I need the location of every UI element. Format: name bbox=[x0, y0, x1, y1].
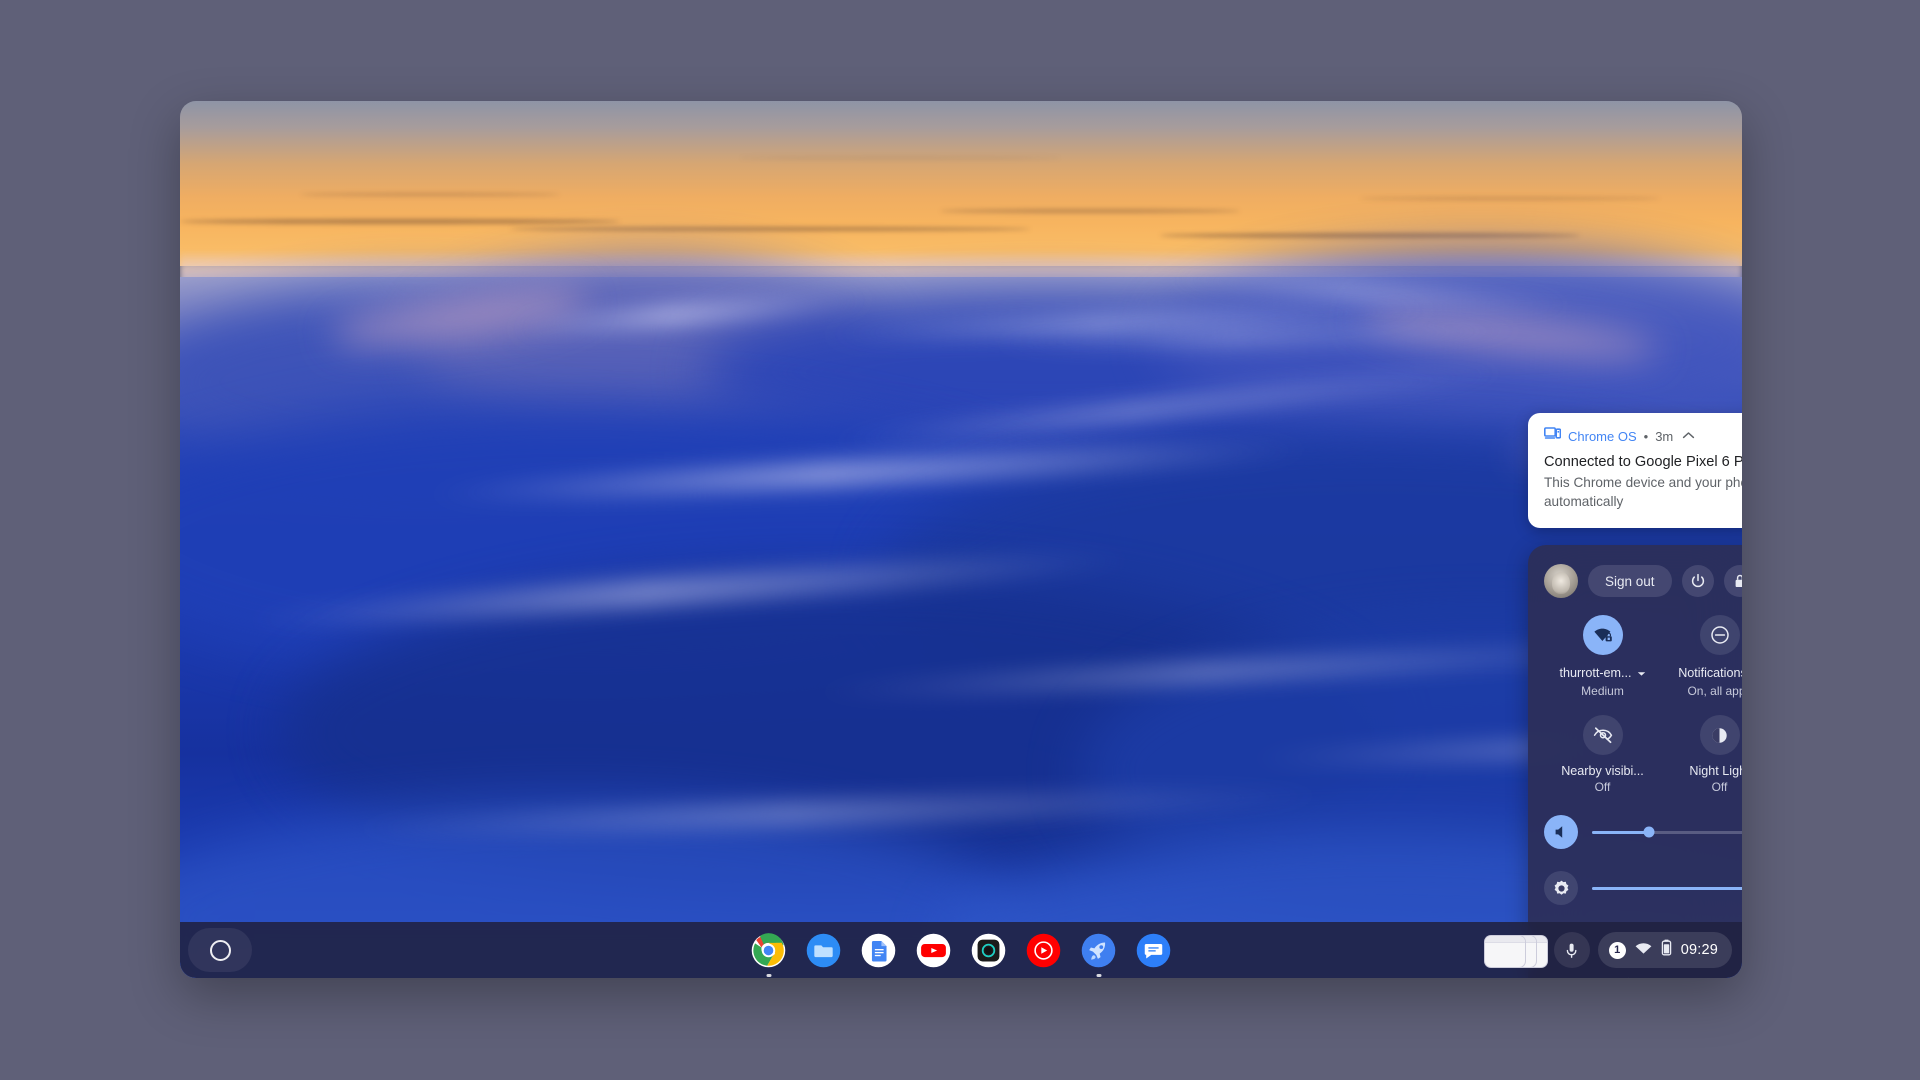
tile-label: Nearby visibi... bbox=[1561, 764, 1644, 778]
volume-slider-track[interactable] bbox=[1592, 826, 1742, 838]
cloud-streak bbox=[300, 193, 560, 196]
status-tray-pill[interactable]: 1 09:29 bbox=[1597, 932, 1732, 968]
google-docs-icon bbox=[861, 933, 896, 967]
clock-time[interactable]: 09:29 bbox=[1681, 942, 1718, 958]
tile-label: Night Light bbox=[1689, 764, 1742, 778]
shelf-app-files[interactable] bbox=[806, 933, 841, 968]
tile-sublabel: Off bbox=[1711, 780, 1728, 794]
tile-night-light-label-row: Night Light bbox=[1689, 764, 1742, 778]
brightness-slider-fill bbox=[1592, 886, 1742, 890]
notification-card[interactable]: Chrome OS • 3m Connected to Google Pixel… bbox=[1528, 413, 1742, 528]
youtube-icon bbox=[916, 933, 951, 967]
wallpaper-sky bbox=[180, 101, 1742, 266]
brightness-icon[interactable] bbox=[1544, 871, 1578, 905]
system-tray: 1 09:29 bbox=[1483, 928, 1732, 972]
tile-nearby-visibility[interactable]: Nearby visibi... Off bbox=[1544, 715, 1661, 795]
camera-app-icon bbox=[971, 933, 1006, 967]
window-preview-thumb[interactable] bbox=[1483, 934, 1526, 968]
cloud-streak bbox=[740, 157, 1060, 159]
power-icon[interactable] bbox=[1681, 565, 1714, 597]
app-running-indicator bbox=[1096, 974, 1101, 977]
volume-icon[interactable] bbox=[1544, 815, 1578, 849]
shelf-app-docs[interactable] bbox=[861, 933, 896, 968]
sign-out-button[interactable]: Sign out bbox=[1588, 565, 1672, 597]
shelf-app-explore[interactable] bbox=[1081, 933, 1116, 977]
quick-settings-row-2: Nearby visibi... Off Night Light Off bbox=[1544, 715, 1742, 795]
volume-slider-knob[interactable] bbox=[1643, 826, 1655, 838]
notification-header: Chrome OS • 3m bbox=[1544, 427, 1742, 445]
wifi-icon[interactable] bbox=[1635, 941, 1652, 959]
messages-icon bbox=[1136, 933, 1171, 967]
tile-sublabel: On, all apps bbox=[1687, 684, 1742, 698]
volume-slider-fill bbox=[1592, 830, 1649, 834]
quick-settings-header: Sign out bbox=[1544, 559, 1742, 603]
youtube-music-icon bbox=[1026, 933, 1061, 967]
cloud-streak bbox=[180, 219, 620, 224]
notification-title: Connected to Google Pixel 6 Pro bbox=[1544, 454, 1742, 470]
tile-sublabel: Medium bbox=[1581, 684, 1624, 698]
volume-slider-row bbox=[1544, 815, 1742, 849]
avatar[interactable] bbox=[1544, 564, 1578, 598]
cloud-streak bbox=[1160, 233, 1580, 238]
files-icon bbox=[806, 933, 841, 967]
cloud-streak bbox=[1360, 197, 1660, 200]
tile-network[interactable]: thurrott-em... Medium bbox=[1544, 615, 1661, 699]
chevron-down-icon[interactable] bbox=[1637, 664, 1646, 682]
tile-sublabel: Off bbox=[1594, 780, 1611, 794]
notification-source: Chrome OS bbox=[1568, 428, 1637, 444]
desktop-wallpaper[interactable] bbox=[180, 101, 1742, 978]
shelf-app-youtube-music[interactable] bbox=[1026, 933, 1061, 968]
tile-label: thurrott-em... bbox=[1559, 666, 1632, 680]
tile-nearby-label-row: Nearby visibi... bbox=[1561, 764, 1644, 778]
quick-settings-row-1: thurrott-em... Medium Notifications On, … bbox=[1544, 615, 1742, 699]
tile-night-light[interactable]: Night Light Off bbox=[1661, 715, 1742, 795]
brightness-slider-track[interactable] bbox=[1592, 886, 1742, 890]
battery-icon[interactable] bbox=[1661, 939, 1672, 961]
brightness-slider-row bbox=[1544, 871, 1742, 905]
lock-icon[interactable] bbox=[1723, 565, 1742, 597]
app-running-indicator bbox=[766, 974, 771, 977]
shelf: 1 09:29 bbox=[180, 922, 1742, 978]
cloud-streak bbox=[510, 227, 1030, 231]
shelf-app-chrome[interactable] bbox=[751, 932, 786, 977]
explore-rocket-icon bbox=[1081, 933, 1116, 967]
shelf-app-youtube[interactable] bbox=[916, 933, 951, 968]
shelf-app-list bbox=[751, 922, 1171, 978]
window-previews[interactable] bbox=[1483, 934, 1548, 968]
phone-hub-icon bbox=[1544, 427, 1562, 445]
chevron-up-icon[interactable] bbox=[1682, 427, 1695, 445]
launcher-button[interactable] bbox=[188, 928, 252, 972]
tile-network-label-row: thurrott-em... bbox=[1559, 664, 1645, 682]
notification-time: 3m bbox=[1655, 428, 1674, 444]
launcher-circle-icon bbox=[209, 939, 231, 961]
tile-notifications-label-row: Notifications bbox=[1678, 664, 1742, 682]
chrome-icon bbox=[751, 932, 786, 967]
notification-body: This Chrome device and your phone will c… bbox=[1544, 475, 1742, 509]
shelf-app-camera[interactable] bbox=[971, 933, 1006, 968]
notification-count-badge[interactable]: 1 bbox=[1608, 941, 1626, 959]
shelf-app-messages[interactable] bbox=[1136, 933, 1171, 968]
eye-slash-icon bbox=[1582, 715, 1623, 755]
chromebook-screen: Chrome OS • 3m Connected to Google Pixel… bbox=[180, 101, 1742, 978]
half-moon-icon bbox=[1699, 715, 1740, 755]
screenshot-root: Chrome OS • 3m Connected to Google Pixel… bbox=[0, 0, 1920, 1080]
tile-notifications[interactable]: Notifications On, all apps bbox=[1661, 615, 1742, 699]
wifi-locked-icon bbox=[1582, 615, 1623, 655]
microphone-icon[interactable] bbox=[1553, 932, 1590, 968]
notification-separator: • bbox=[1643, 428, 1649, 444]
tile-label: Notifications bbox=[1678, 666, 1742, 680]
quick-settings-panel: Sign out thurrott-em... Medium Notificat… bbox=[1528, 545, 1742, 978]
cloud-streak bbox=[940, 209, 1240, 213]
do-not-disturb-icon bbox=[1699, 615, 1740, 655]
